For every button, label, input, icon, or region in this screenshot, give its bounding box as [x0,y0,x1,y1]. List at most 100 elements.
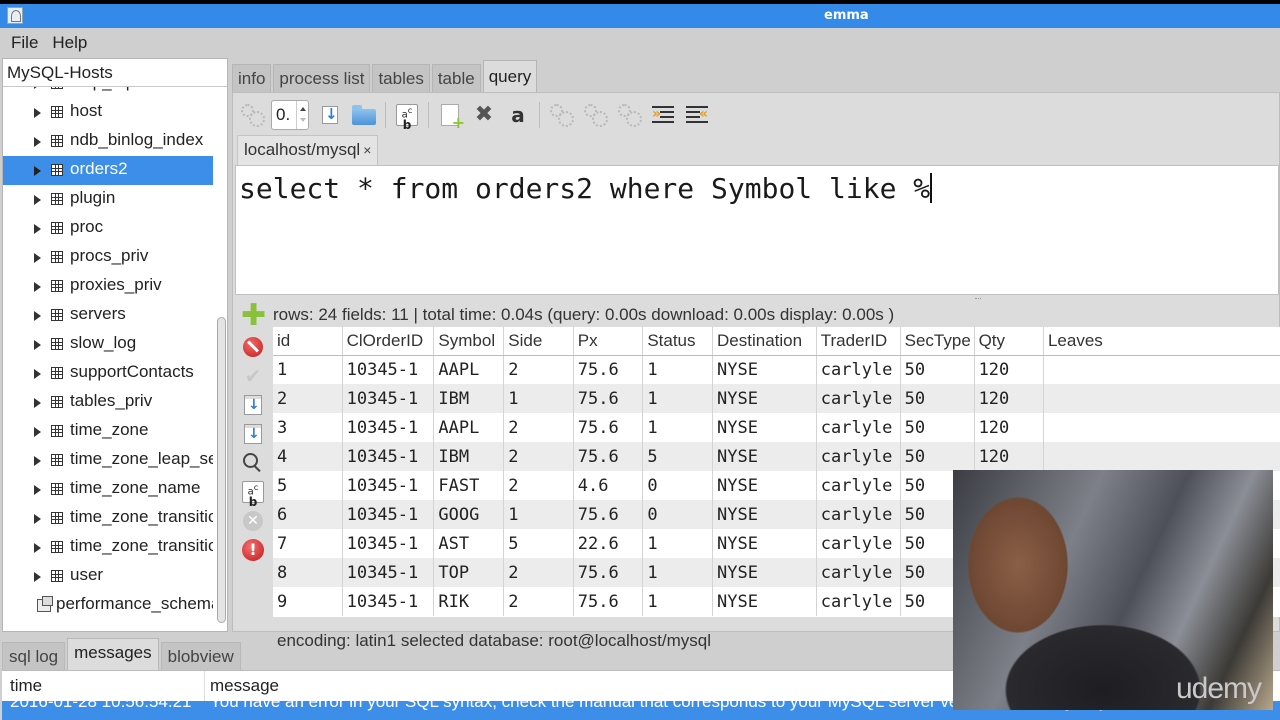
format-button[interactable]: ac b [392,100,422,131]
cell-status[interactable]: 1 [642,558,714,587]
expand-arrow-icon[interactable] [34,311,41,321]
cell-qty[interactable]: 120 [974,413,1044,442]
expand-arrow-icon[interactable] [34,456,41,466]
cell-destination[interactable]: NYSE [712,442,817,471]
column-header-symbol[interactable]: Symbol [433,327,505,356]
tree-item-proxies-priv[interactable]: proxies_priv [3,272,213,301]
cell-clorderid[interactable]: 10345-1 [342,587,435,616]
cell-id[interactable]: 9 [273,587,343,616]
cell-px[interactable]: 75.6 [573,558,644,587]
cell-side[interactable]: 5 [503,529,574,558]
cancel-button[interactable]: ✕ [241,509,265,533]
cell-leaves[interactable] [1043,355,1280,384]
expand-arrow-icon[interactable] [34,137,41,147]
open-button[interactable] [349,100,379,130]
execute-current-button[interactable] [546,100,576,130]
indent-button[interactable] [648,100,678,130]
error-button[interactable]: ! [241,538,265,562]
cell-status[interactable]: 1 [642,355,714,384]
cell-leaves[interactable] [1043,442,1280,471]
tab-messages[interactable]: messages [67,638,159,670]
table-row[interactable]: 3 10345-1 AAPL 2 75.6 1 NYSE carlyle 50 120 [273,413,1280,442]
cell-leaves[interactable] [1043,413,1280,442]
column-header-status[interactable]: Status [642,327,714,356]
search-button[interactable] [241,451,265,475]
tab-sql-log[interactable]: sql log [2,642,66,670]
export-all-button[interactable] [241,422,265,446]
column-header-leaves[interactable]: Leaves [1043,327,1280,356]
cell-px[interactable]: 75.6 [573,413,644,442]
cell-side[interactable]: 2 [503,587,574,616]
column-header-traderid[interactable]: TraderID [816,327,901,356]
column-header-destination[interactable]: Destination [712,327,817,356]
cell-px[interactable]: 75.6 [573,500,644,529]
cell-symbol[interactable]: AST [433,529,505,558]
cell-clorderid[interactable]: 10345-1 [342,442,435,471]
column-header-clorderid[interactable]: ClOrderID [342,327,435,356]
cell-px[interactable]: 75.6 [573,355,644,384]
cell-traderid[interactable]: carlyle [816,500,901,529]
tab-query[interactable]: query [482,60,538,92]
tab-info[interactable]: info [232,64,272,92]
table-row[interactable]: 1 10345-1 AAPL 2 75.6 1 NYSE carlyle 50 120 [273,355,1280,384]
save-button[interactable] [315,100,345,130]
column-header-qty[interactable]: Qty [974,327,1044,356]
cell-symbol[interactable]: IBM [433,442,505,471]
expand-arrow-icon[interactable] [34,369,41,379]
cell-px[interactable]: 75.6 [573,442,644,471]
apply-button[interactable]: ✔ [241,364,265,388]
expand-arrow-icon[interactable] [34,572,41,582]
tab-tables[interactable]: tables [372,64,430,92]
column-header-px[interactable]: Px [573,327,644,356]
tree-item-user[interactable]: user [3,562,213,591]
cell-traderid[interactable]: carlyle [816,558,901,587]
cell-id[interactable]: 4 [273,442,343,471]
cell-clorderid[interactable]: 10345-1 [342,558,435,587]
cell-status[interactable]: 0 [642,500,714,529]
tree-item-performance-schema[interactable]: performance_schema [3,591,213,620]
cell-side[interactable]: 1 [503,384,574,413]
table-row[interactable]: 4 10345-1 IBM 2 75.6 5 NYSE carlyle 50 120 [273,442,1280,471]
cell-symbol[interactable]: AAPL [433,355,505,384]
close-icon[interactable]: × [363,142,371,158]
cell-qty[interactable]: 120 [974,442,1044,471]
cell-status[interactable]: 5 [642,442,714,471]
cell-status[interactable]: 1 [642,529,714,558]
cell-destination[interactable]: NYSE [712,529,817,558]
tree-item-tables-priv[interactable]: tables_priv [3,388,213,417]
tree-item-time-zone-transition-type[interactable]: time_zone_transition_type [3,533,213,562]
cell-destination[interactable]: NYSE [712,384,817,413]
expand-arrow-icon[interactable] [34,166,41,176]
cell-px[interactable]: 75.6 [573,384,644,413]
column-header-time[interactable]: time [10,676,42,696]
cell-symbol[interactable]: TOP [433,558,505,587]
close-query-button[interactable]: ✖ [469,100,499,130]
spinbox-arrows[interactable] [296,101,308,129]
tree-item-time-zone-transition[interactable]: time_zone_transition [3,504,213,533]
export-button[interactable] [241,393,265,417]
cell-side[interactable]: 1 [503,500,574,529]
cell-clorderid[interactable]: 10345-1 [342,471,435,500]
column-header-id[interactable]: id [273,327,343,356]
tree-item-time-zone-leap-second[interactable]: time_zone_leap_second [3,446,213,475]
cell-side[interactable]: 2 [503,442,574,471]
tree-item-plugin[interactable]: plugin [3,185,213,214]
expand-arrow-icon[interactable] [34,398,41,408]
cell-side[interactable]: 2 [503,558,574,587]
format-button[interactable]: ac b [241,480,265,508]
tree-item-procs-priv[interactable]: procs_priv [3,243,213,272]
cell-side[interactable]: 2 [503,471,574,500]
expand-arrow-icon[interactable] [34,195,41,205]
expand-arrow-icon[interactable] [34,340,41,350]
tree-item-ndb-binlog-index[interactable]: ndb_binlog_index [3,127,213,156]
cell-sectype[interactable]: 50 [900,355,975,384]
cell-traderid[interactable]: carlyle [816,442,901,471]
cell-clorderid[interactable]: 10345-1 [342,355,435,384]
tab-table[interactable]: table [431,64,481,92]
expand-arrow-icon[interactable] [34,253,41,263]
delete-row-button[interactable] [241,335,265,359]
cell-traderid[interactable]: carlyle [816,471,901,500]
cell-symbol[interactable]: FAST [433,471,505,500]
cell-traderid[interactable]: carlyle [816,529,901,558]
tree-item-supportcontacts[interactable]: supportContacts [3,359,213,388]
